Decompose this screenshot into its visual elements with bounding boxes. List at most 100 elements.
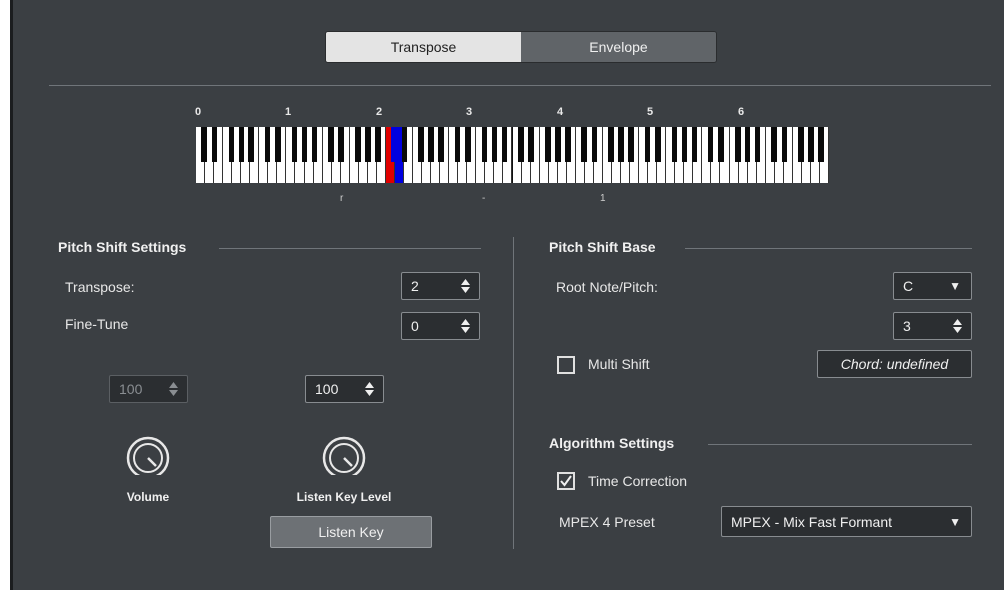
piano-black-key[interactable] — [438, 127, 444, 162]
piano-black-key[interactable] — [238, 127, 245, 162]
octave-value: 3 — [903, 318, 911, 334]
piano-black-key[interactable] — [618, 127, 624, 162]
piano-black-key[interactable] — [481, 127, 488, 162]
piano-keyboard[interactable] — [196, 127, 829, 183]
piano-black-key[interactable] — [401, 127, 408, 162]
pitch-shift-base-title: Pitch Shift Base — [549, 239, 656, 255]
piano-black-key[interactable] — [275, 127, 281, 162]
volume-label: Volume — [126, 490, 170, 504]
up-down-arrows-icon[interactable] — [460, 278, 471, 294]
piano-black-key[interactable] — [707, 127, 714, 162]
fine-tune-value: 0 — [411, 318, 419, 334]
column-divider — [513, 237, 514, 549]
volume-spinbox[interactable]: 100 — [109, 375, 188, 403]
check-icon — [560, 475, 572, 487]
piano-black-key[interactable] — [391, 127, 397, 162]
up-down-arrows-icon[interactable] — [168, 381, 179, 397]
root-note-label: Root Note/Pitch: — [556, 279, 658, 295]
keyboard-range-marker: - — [482, 193, 486, 204]
up-down-arrows-icon[interactable] — [364, 381, 375, 397]
tab-transpose[interactable]: Transpose — [326, 32, 521, 62]
volume-value: 100 — [119, 381, 143, 397]
piano-black-key[interactable] — [581, 127, 587, 162]
piano-black-key[interactable] — [644, 127, 651, 162]
transpose-label: Transpose: — [65, 279, 135, 295]
piano-black-key[interactable] — [744, 127, 751, 162]
piano-black-key[interactable] — [517, 127, 524, 162]
piano-black-key[interactable] — [734, 127, 741, 162]
listen-key-level-label: Listen Key Level — [296, 490, 392, 504]
piano-black-key[interactable] — [201, 127, 208, 162]
piano-black-key[interactable] — [338, 127, 345, 162]
piano-black-key[interactable] — [418, 127, 425, 162]
piano-black-key[interactable] — [808, 127, 814, 162]
piano-black-key[interactable] — [248, 127, 255, 162]
algorithm-settings-title: Algorithm Settings — [549, 435, 675, 451]
piano-black-key[interactable] — [311, 127, 318, 162]
piano-black-key[interactable] — [454, 127, 461, 162]
divider-top — [49, 85, 991, 86]
triangle-down-icon: ▼ — [949, 515, 961, 529]
piano-black-key[interactable] — [365, 127, 371, 162]
fine-tune-spinbox[interactable]: 0 — [401, 312, 480, 340]
up-down-arrows-icon[interactable] — [952, 318, 963, 334]
up-down-arrows-icon[interactable] — [460, 318, 471, 334]
listen-key-level-spinbox[interactable]: 100 — [305, 375, 384, 403]
piano-black-key[interactable] — [491, 127, 498, 162]
piano-black-key[interactable] — [771, 127, 777, 162]
piano-black-key[interactable] — [628, 127, 634, 162]
piano-black-key[interactable] — [691, 127, 698, 162]
keyboard-range-marker: r — [340, 193, 344, 204]
piano-black-key[interactable] — [428, 127, 434, 162]
listen-key-button[interactable]: Listen Key — [270, 516, 432, 548]
piano-black-key[interactable] — [781, 127, 788, 162]
piano-black-key[interactable] — [564, 127, 571, 162]
listen-key-level-value: 100 — [315, 381, 339, 397]
piano-black-key[interactable] — [228, 127, 235, 162]
octave-spinbox[interactable]: 3 — [893, 312, 972, 340]
piano-black-key[interactable] — [264, 127, 271, 162]
keyboard-range-marker: 1 — [600, 193, 606, 204]
piano-black-key[interactable] — [375, 127, 381, 162]
multi-shift-checkbox[interactable] — [557, 356, 575, 374]
preset-dropdown[interactable]: MPEX - Mix Fast Formant ▼ — [721, 506, 972, 537]
piano-black-key[interactable] — [654, 127, 661, 162]
piano-black-key[interactable] — [501, 127, 508, 162]
octave-number: 3 — [466, 106, 473, 118]
piano-black-key[interactable] — [528, 127, 534, 162]
preset-label: MPEX 4 Preset — [559, 514, 655, 530]
piano-black-key[interactable] — [608, 127, 614, 162]
piano-black-key[interactable] — [718, 127, 724, 162]
piano-black-key[interactable] — [754, 127, 761, 162]
octave-number: 5 — [647, 106, 654, 118]
piano-black-key[interactable] — [555, 127, 561, 162]
piano-black-key[interactable] — [591, 127, 598, 162]
tab-envelope[interactable]: Envelope — [521, 32, 716, 62]
piano-black-key[interactable] — [681, 127, 688, 162]
piano-black-key[interactable] — [545, 127, 551, 162]
piano-black-key[interactable] — [798, 127, 804, 162]
piano-black-key[interactable] — [301, 127, 308, 162]
piano-black-key[interactable] — [291, 127, 298, 162]
preset-value: MPEX - Mix Fast Formant — [731, 513, 893, 530]
section-divider — [685, 248, 972, 249]
piano-black-key[interactable] — [328, 127, 334, 162]
transpose-spinbox[interactable]: 2 — [401, 272, 480, 300]
root-note-dropdown[interactable]: C ▼ — [893, 272, 972, 300]
chord-display[interactable]: Chord: undefined — [817, 350, 972, 378]
transpose-value: 2 — [411, 278, 419, 294]
piano-black-key[interactable] — [211, 127, 218, 162]
listen-key-level-knob-icon[interactable] — [321, 435, 367, 481]
root-note-value: C — [903, 278, 914, 294]
volume-knob-icon[interactable] — [125, 435, 171, 481]
pitch-shift-settings-title: Pitch Shift Settings — [58, 239, 187, 255]
piano-black-key[interactable] — [465, 127, 471, 162]
time-correction-checkbox[interactable] — [557, 472, 575, 490]
octave-number: 4 — [557, 106, 564, 118]
time-correction-label: Time Correction — [588, 473, 688, 489]
transpose-panel: Transpose Envelope 0 1 2 3 4 5 6 r - 1 P… — [10, 0, 1004, 590]
section-divider — [219, 248, 481, 249]
piano-black-key[interactable] — [355, 127, 361, 162]
piano-black-key[interactable] — [671, 127, 678, 162]
piano-black-key[interactable] — [818, 127, 824, 162]
